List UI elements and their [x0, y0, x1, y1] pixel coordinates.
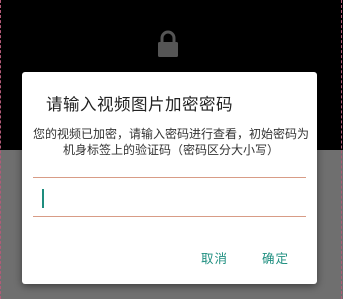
password-dialog: 请输入视频图片加密密码 您的视频已加密，请输入密码进行查看，初始密码为机身标签上… [22, 72, 317, 284]
right-edge-dashed-line [341, 0, 342, 299]
text-cursor [42, 189, 44, 208]
confirm-button[interactable]: 确定 [262, 248, 289, 267]
dialog-title: 请输入视频图片加密密码 [46, 95, 233, 114]
input-bottom-divider [33, 216, 306, 217]
cancel-button[interactable]: 取消 [201, 248, 228, 267]
password-input[interactable] [33, 178, 306, 215]
dialog-message: 您的视频已加密，请输入密码进行查看，初始密码为机身标签上的验证码（密码区分大小写… [32, 127, 309, 157]
lock-icon [158, 30, 178, 57]
left-edge-dashed-line [0, 0, 1, 299]
